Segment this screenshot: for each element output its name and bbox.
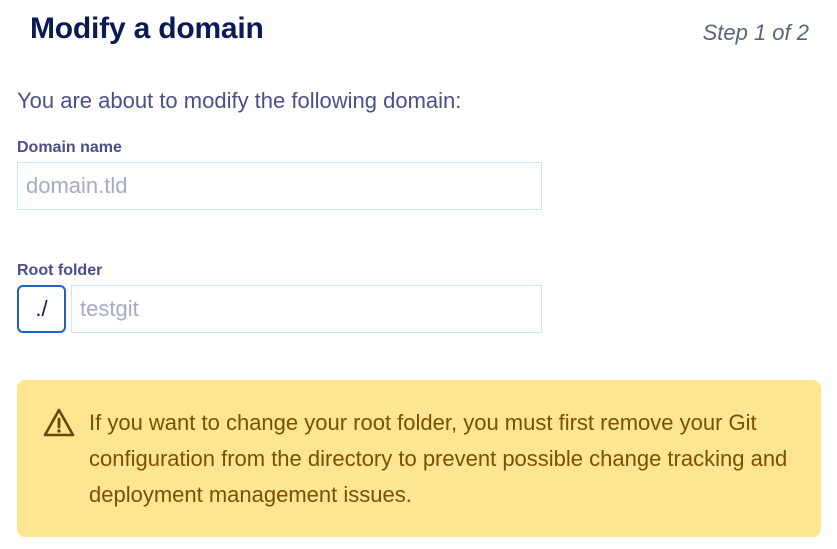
domain-name-label: Domain name (17, 139, 122, 156)
root-folder-prefix: ./ (17, 285, 66, 333)
warning-message: If you want to change your root folder, … (89, 410, 788, 507)
root-folder-field[interactable]: testgit (71, 285, 542, 333)
warning-triangle-icon (43, 408, 75, 438)
page-title: Modify a domain (30, 12, 264, 45)
root-folder-label: Root folder (17, 262, 103, 279)
warning-banner: If you want to change your root folder, … (17, 380, 821, 537)
domain-name-field[interactable]: domain.tld (17, 162, 542, 210)
step-indicator: Step 1 of 2 (702, 20, 809, 45)
modify-domain-modal: Modify a domain Step 1 of 2 You are abou… (0, 0, 837, 549)
intro-text: You are about to modify the following do… (17, 88, 462, 113)
